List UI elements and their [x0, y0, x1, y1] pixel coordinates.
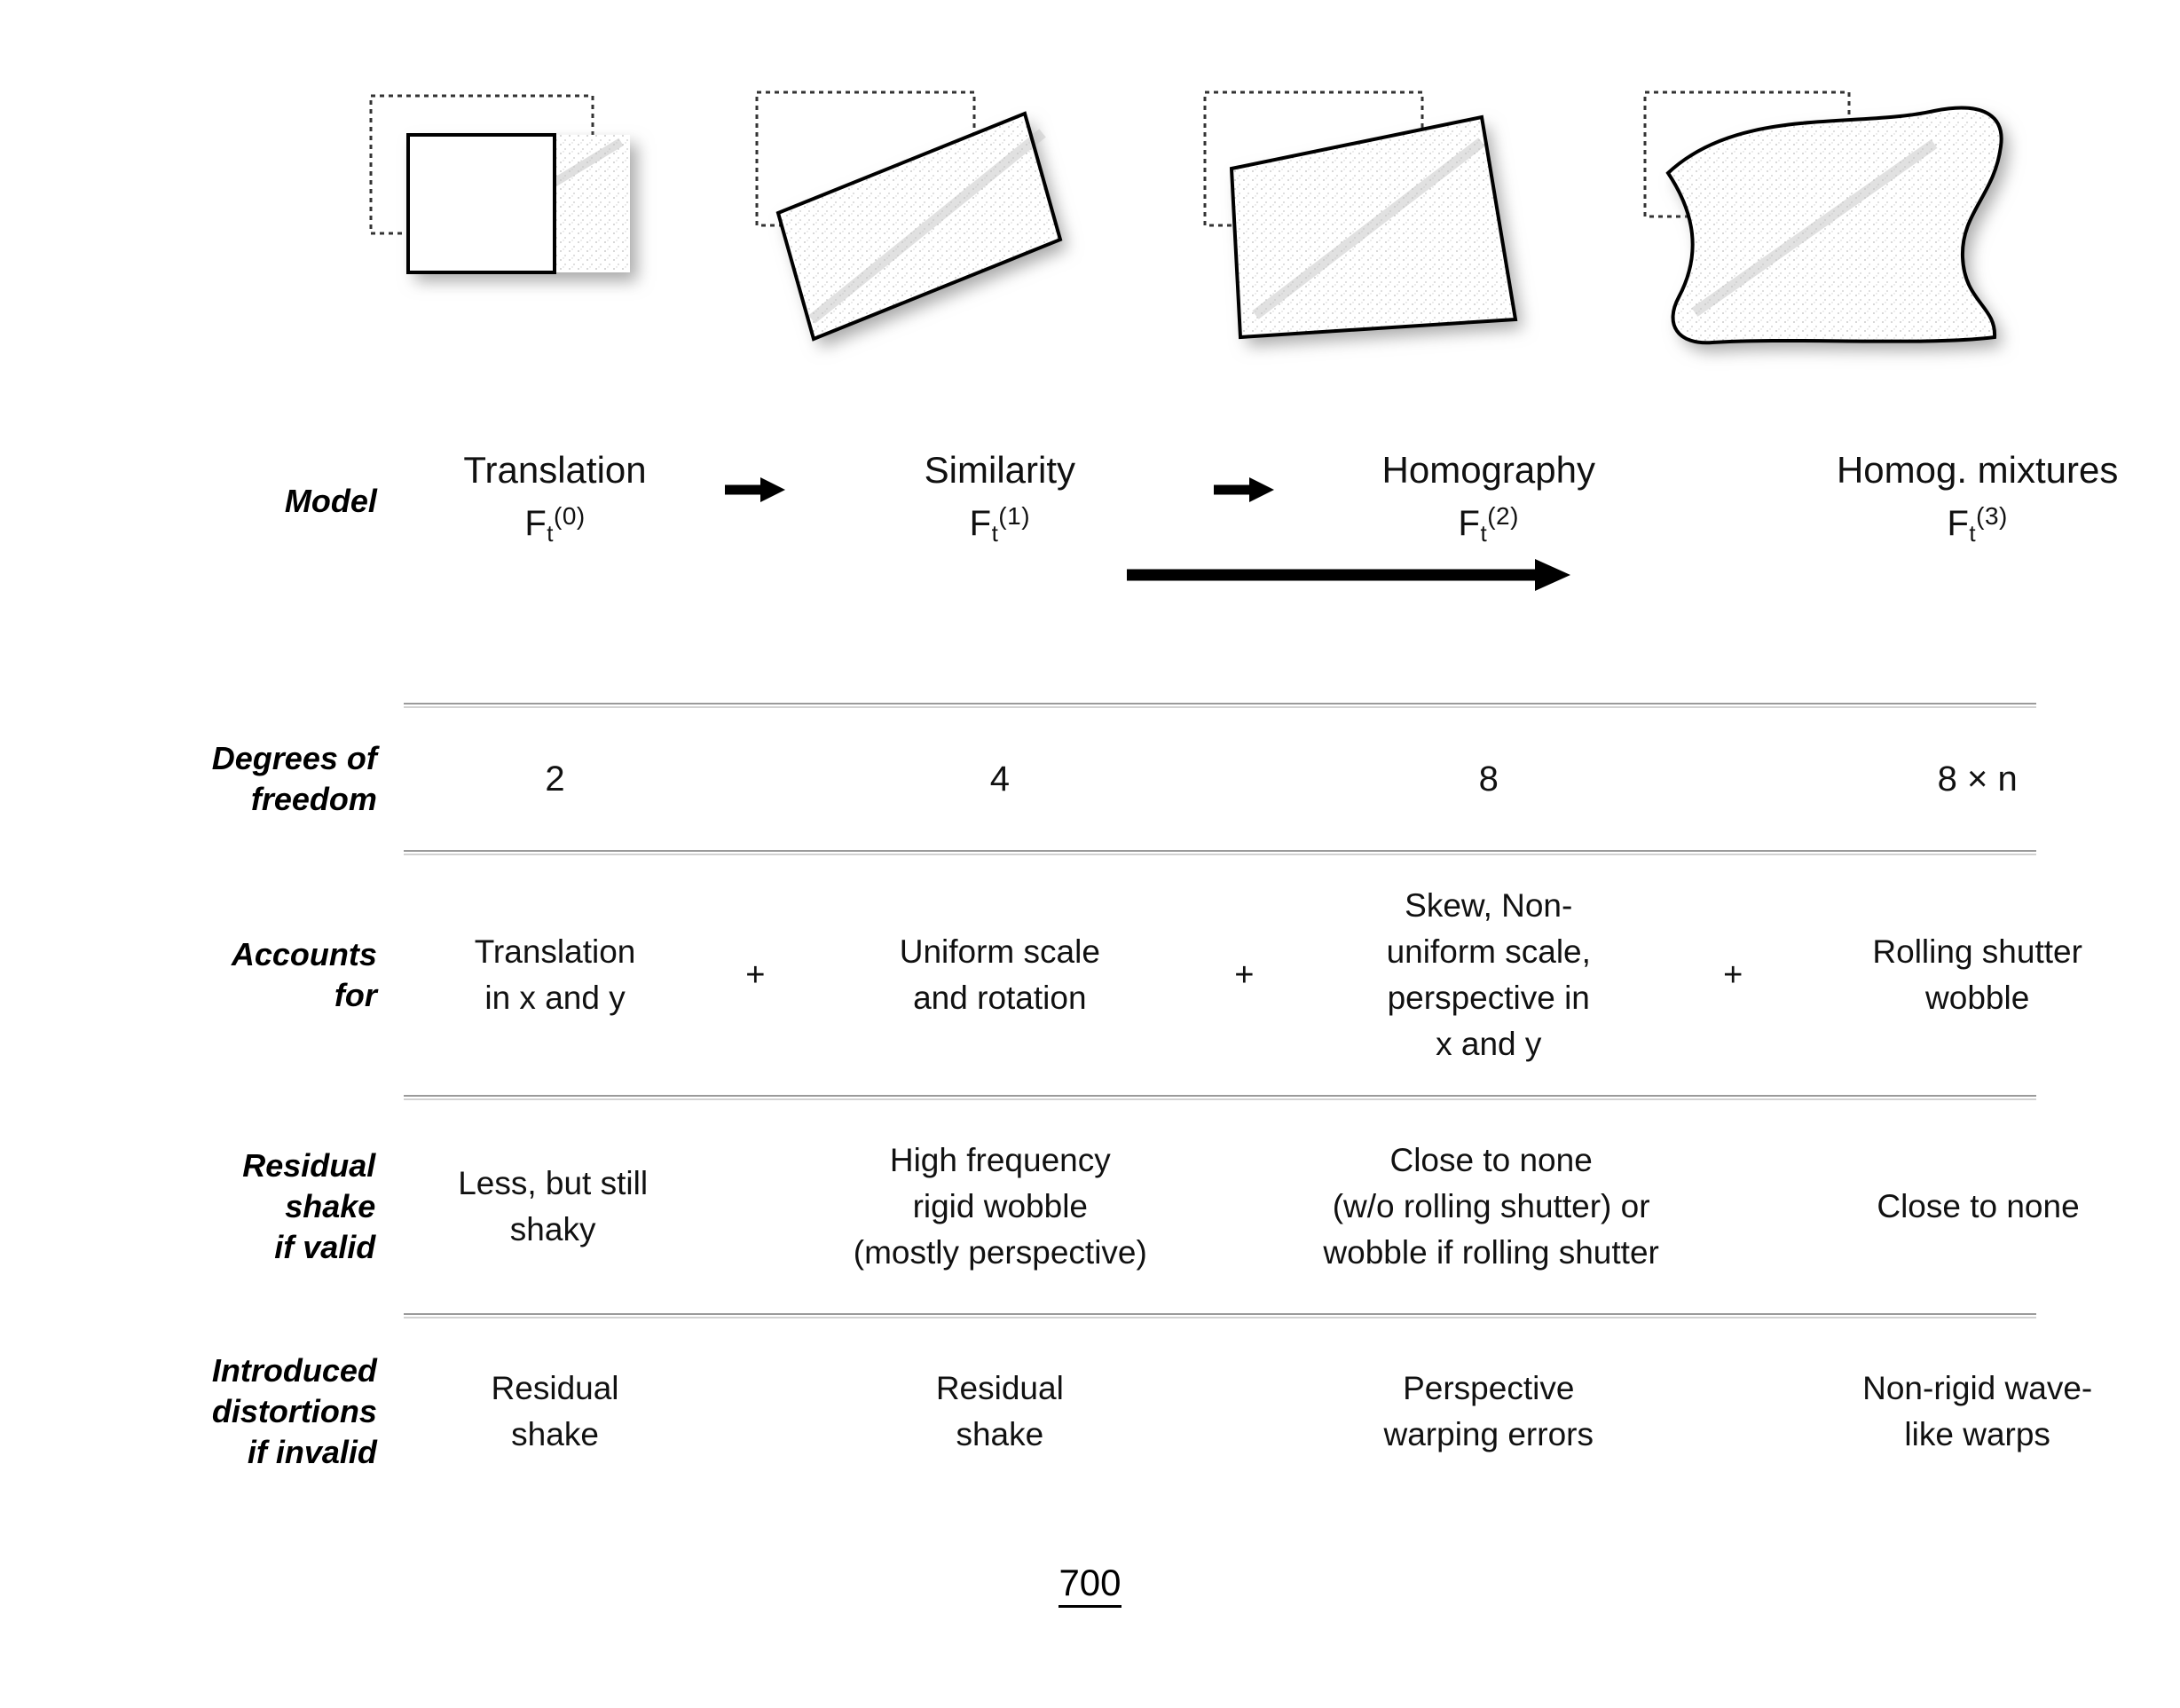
symbol-base-3: F [1947, 504, 1970, 544]
table-row-introduced-distortions: Introduced distortions if invalid Residu… [0, 1318, 2180, 1505]
wavy-warped-quad-figure [1633, 80, 2005, 382]
cell-model-3: Homog. mixtures Ft(3) [1775, 446, 2180, 555]
symbol-sup-0: (0) [554, 502, 586, 531]
plus-sign-2: + [1234, 956, 1255, 994]
spacer-after-model [0, 568, 2180, 703]
cell-residual-shake-1: High frequency rigid wobble (mostly pers… [853, 1142, 1147, 1271]
symbol-base-2: F [1458, 504, 1481, 544]
table-row-accounts-for: Accounts for Translation in x and y + Un… [0, 855, 2180, 1095]
cell-accounts-for-3: Rolling shutter wobble [1872, 933, 2082, 1016]
cell-accounts-for-0: Translation in x and y [474, 933, 636, 1016]
model-symbol-0: Ft(0) [397, 494, 713, 555]
arrow-right-icon [1214, 477, 1275, 502]
model-name-3: Homog. mixtures [1836, 449, 2119, 492]
row-label-degrees-of-freedom: Degrees of freedom [211, 740, 377, 817]
translated-rectangle-svg [369, 94, 630, 274]
cell-model-0: Translation Ft(0) [397, 446, 713, 555]
row-label-model: Model [284, 483, 377, 519]
cell-introduced-distortions-3: Non-rigid wave- like warps [1862, 1370, 2093, 1452]
perspective-quad-svg [1203, 91, 1518, 340]
symbol-sup-3: (3) [1976, 502, 2008, 531]
symbol-sub-3: t [1969, 520, 1977, 547]
model-symbol-3: Ft(3) [1775, 494, 2180, 555]
cell-residual-shake-3: Close to none [1877, 1188, 2080, 1224]
wavy-warped-quad-svg [1643, 91, 2003, 345]
plus-sign-3: + [1723, 956, 1743, 994]
row-label-residual-shake: Residual shake if valid [242, 1147, 376, 1265]
model-symbol-2: Ft(2) [1286, 494, 1691, 555]
figure-number-text: 700 [1059, 1562, 1121, 1608]
row-label-accounts-for: Accounts for [231, 936, 377, 1013]
model-name-1: Similarity [924, 449, 1075, 492]
symbol-sup-2: (2) [1487, 502, 1519, 531]
table-row-degrees-of-freedom: Degrees of freedom 2 4 8 8 × n [0, 708, 2180, 850]
translated-rectangle-figure [355, 80, 728, 382]
model-comparison-table: Model Translation Ft(0) Similarity Ft(1)… [0, 435, 2180, 1505]
table-row-model: Model Translation Ft(0) Similarity Ft(1)… [0, 435, 2180, 568]
cell-dof-1: 4 [989, 760, 1010, 799]
cell-introduced-distortions-1: Residual shake [935, 1370, 1064, 1452]
cell-dof-0: 2 [545, 760, 565, 799]
arrow-right-icon [725, 477, 786, 502]
cell-model-2: Homography Ft(2) [1286, 446, 1691, 555]
cell-model-1: Similarity Ft(1) [798, 446, 1203, 555]
cell-dof-3: 8 × n [1937, 760, 2018, 799]
symbol-sup-1: (1) [998, 502, 1031, 531]
plus-sign-1: + [745, 956, 766, 994]
model-name-2: Homography [1381, 449, 1595, 492]
cell-residual-shake-2: Close to none (w/o rolling shutter) or w… [1323, 1142, 1659, 1271]
table-row-residual-shake: Residual shake if valid Less, but still … [0, 1100, 2180, 1313]
progression-arrow-1 [713, 476, 797, 526]
cell-dof-2: 8 [1478, 760, 1499, 799]
cell-residual-shake-0: Less, but still shaky [458, 1165, 649, 1248]
cell-introduced-distortions-0: Residual shake [491, 1370, 619, 1452]
row-label-introduced-distortions: Introduced distortions if invalid [211, 1352, 377, 1470]
cell-accounts-for-2: Skew, Non- uniform scale, perspective in… [1386, 887, 1591, 1062]
rotated-scaled-rectangle-figure [741, 80, 1114, 382]
rotated-scaled-rectangle-svg [755, 91, 1063, 342]
cell-introduced-distortions-2: Perspective warping errors [1383, 1370, 1594, 1452]
perspective-quad-figure [1189, 80, 1562, 382]
progression-arrow-2 [1202, 476, 1286, 526]
symbol-sub-0: t [547, 520, 554, 547]
model-illustrations-row [0, 80, 2180, 435]
model-symbol-1: Ft(1) [798, 494, 1203, 555]
symbol-base-0: F [524, 504, 547, 544]
cell-accounts-for-1: Uniform scale and rotation [899, 933, 1100, 1016]
symbol-base-1: F [969, 504, 992, 544]
figure-number: 700 [0, 1562, 2180, 1608]
model-name-0: Translation [463, 449, 647, 492]
